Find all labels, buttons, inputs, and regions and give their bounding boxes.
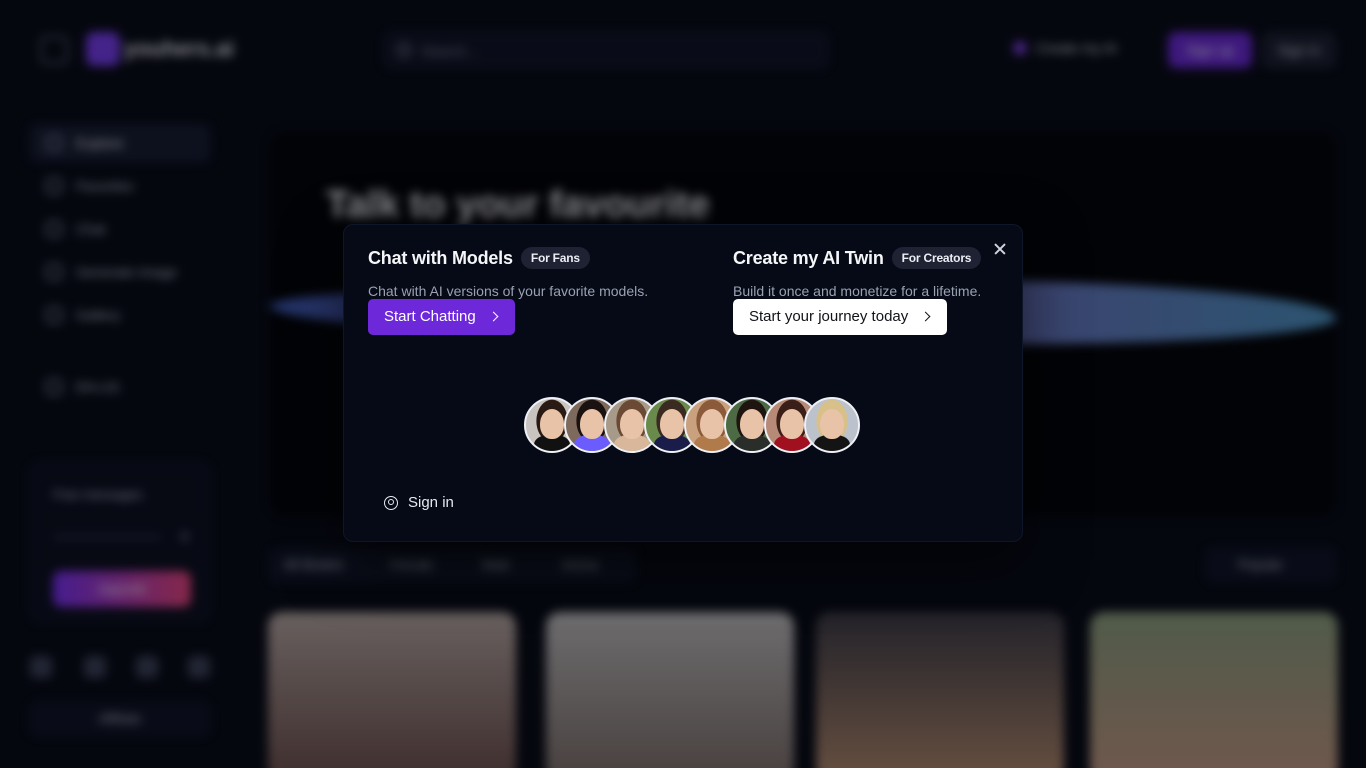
category-filters: All Models Female Male Anime (270, 548, 636, 582)
language-label: EN-US (76, 379, 120, 395)
top-navbar: youhers.ai Search... Create my AI Sign u… (0, 0, 1366, 100)
fans-column: Chat with Models For Fans Chat with AI ve… (368, 247, 648, 299)
close-icon[interactable] (990, 239, 1010, 259)
model-card[interactable] (268, 612, 516, 768)
filter-chip-female[interactable]: Female (390, 548, 433, 582)
creators-title: Create my AI Twin (733, 247, 884, 268)
sidebar-item-label: Gallery (76, 307, 121, 323)
create-my-ai-link[interactable]: Create my AI (1014, 40, 1117, 56)
upgrade-button[interactable]: Upgrade (53, 571, 191, 607)
page: youhers.ai Search... Create my AI Sign u… (0, 0, 1366, 768)
logo-text[interactable]: youhers.ai (124, 36, 234, 62)
chat-icon (46, 221, 62, 237)
model-card[interactable] (816, 612, 1064, 768)
welcome-modal: Chat with Models For Fans Chat with AI ve… (343, 224, 1023, 542)
user-circle-icon (384, 496, 398, 510)
creators-column: Create my AI Twin For Creators Build it o… (733, 247, 982, 300)
affiliate-button[interactable]: Affiliate (30, 702, 210, 736)
compass-icon (46, 135, 62, 151)
sidebar-item-favorites[interactable]: Favorites (30, 167, 210, 205)
menu-icon[interactable] (40, 36, 68, 64)
start-journey-label: Start your journey today (749, 308, 909, 325)
start-journey-button[interactable]: Start your journey today (733, 299, 948, 335)
heart-icon (46, 178, 62, 194)
sidebar-item-label: Generate Image (76, 264, 178, 280)
model-avatar (804, 397, 860, 453)
search-icon (397, 43, 411, 57)
hero-title: Talk to your favourite (326, 184, 710, 226)
start-chatting-button[interactable]: Start Chatting (368, 299, 515, 335)
model-card[interactable] (546, 612, 794, 768)
sidebar-item-explore[interactable]: Explore (30, 124, 210, 162)
sidebar: Explore Favorites Chat Generate Image Ga… (0, 100, 240, 768)
sidebar-item-gallery[interactable]: Gallery (30, 296, 210, 334)
x-icon[interactable] (30, 656, 52, 678)
discord-icon[interactable] (136, 656, 158, 678)
logo-icon (86, 32, 120, 66)
chevron-right-icon (920, 311, 931, 322)
fans-subtitle: Chat with AI versions of your favorite m… (368, 283, 649, 300)
mail-icon[interactable] (188, 656, 210, 678)
sidebar-item-generate-image[interactable]: Generate Image (30, 253, 210, 291)
fans-title-row: Chat with Models For Fans (368, 247, 648, 270)
image-icon (46, 264, 62, 280)
signin-button[interactable]: Sign in (1262, 32, 1336, 68)
filter-chip-anime[interactable]: Anime (562, 548, 599, 582)
sidebar-item-label: Explore (76, 135, 124, 151)
sidebar-item-label: Chat (76, 221, 106, 237)
model-card[interactable] (1090, 612, 1338, 768)
free-messages-card: Free messages 0 Upgrade (30, 462, 210, 622)
fans-badge: For Fans (520, 247, 590, 270)
instagram-icon[interactable] (84, 656, 106, 678)
sidebar-item-label: Favorites (76, 178, 134, 194)
signin-link-label: Sign in (408, 494, 454, 511)
sparkle-icon (1014, 42, 1026, 54)
language-selector[interactable]: EN-US (30, 368, 210, 406)
globe-icon (46, 379, 62, 395)
filter-chip-male[interactable]: Male (482, 548, 510, 582)
gallery-icon (46, 307, 62, 323)
free-messages-title: Free messages (53, 487, 143, 502)
filter-chip-all[interactable]: All Models (284, 548, 344, 582)
chevron-right-icon (488, 311, 499, 322)
model-avatars (524, 397, 864, 453)
sort-dropdown[interactable]: Popular (1206, 548, 1336, 582)
free-messages-count: 0 (181, 529, 189, 544)
search-placeholder: Search... (421, 43, 478, 59)
create-my-ai-label: Create my AI (1036, 40, 1117, 56)
sidebar-item-chat[interactable]: Chat (30, 210, 210, 248)
start-chatting-label: Start Chatting (384, 308, 476, 325)
free-messages-progress (53, 535, 161, 539)
creators-subtitle: Build it once and monetize for a lifetim… (733, 283, 982, 300)
fans-title: Chat with Models (368, 247, 513, 268)
creators-badge: For Creators (891, 247, 982, 270)
search-input[interactable]: Search... (384, 32, 828, 68)
signup-button[interactable]: Sign up (1168, 32, 1252, 68)
creators-title-row: Create my AI Twin For Creators (733, 247, 982, 270)
signin-link[interactable]: Sign in (384, 491, 454, 515)
